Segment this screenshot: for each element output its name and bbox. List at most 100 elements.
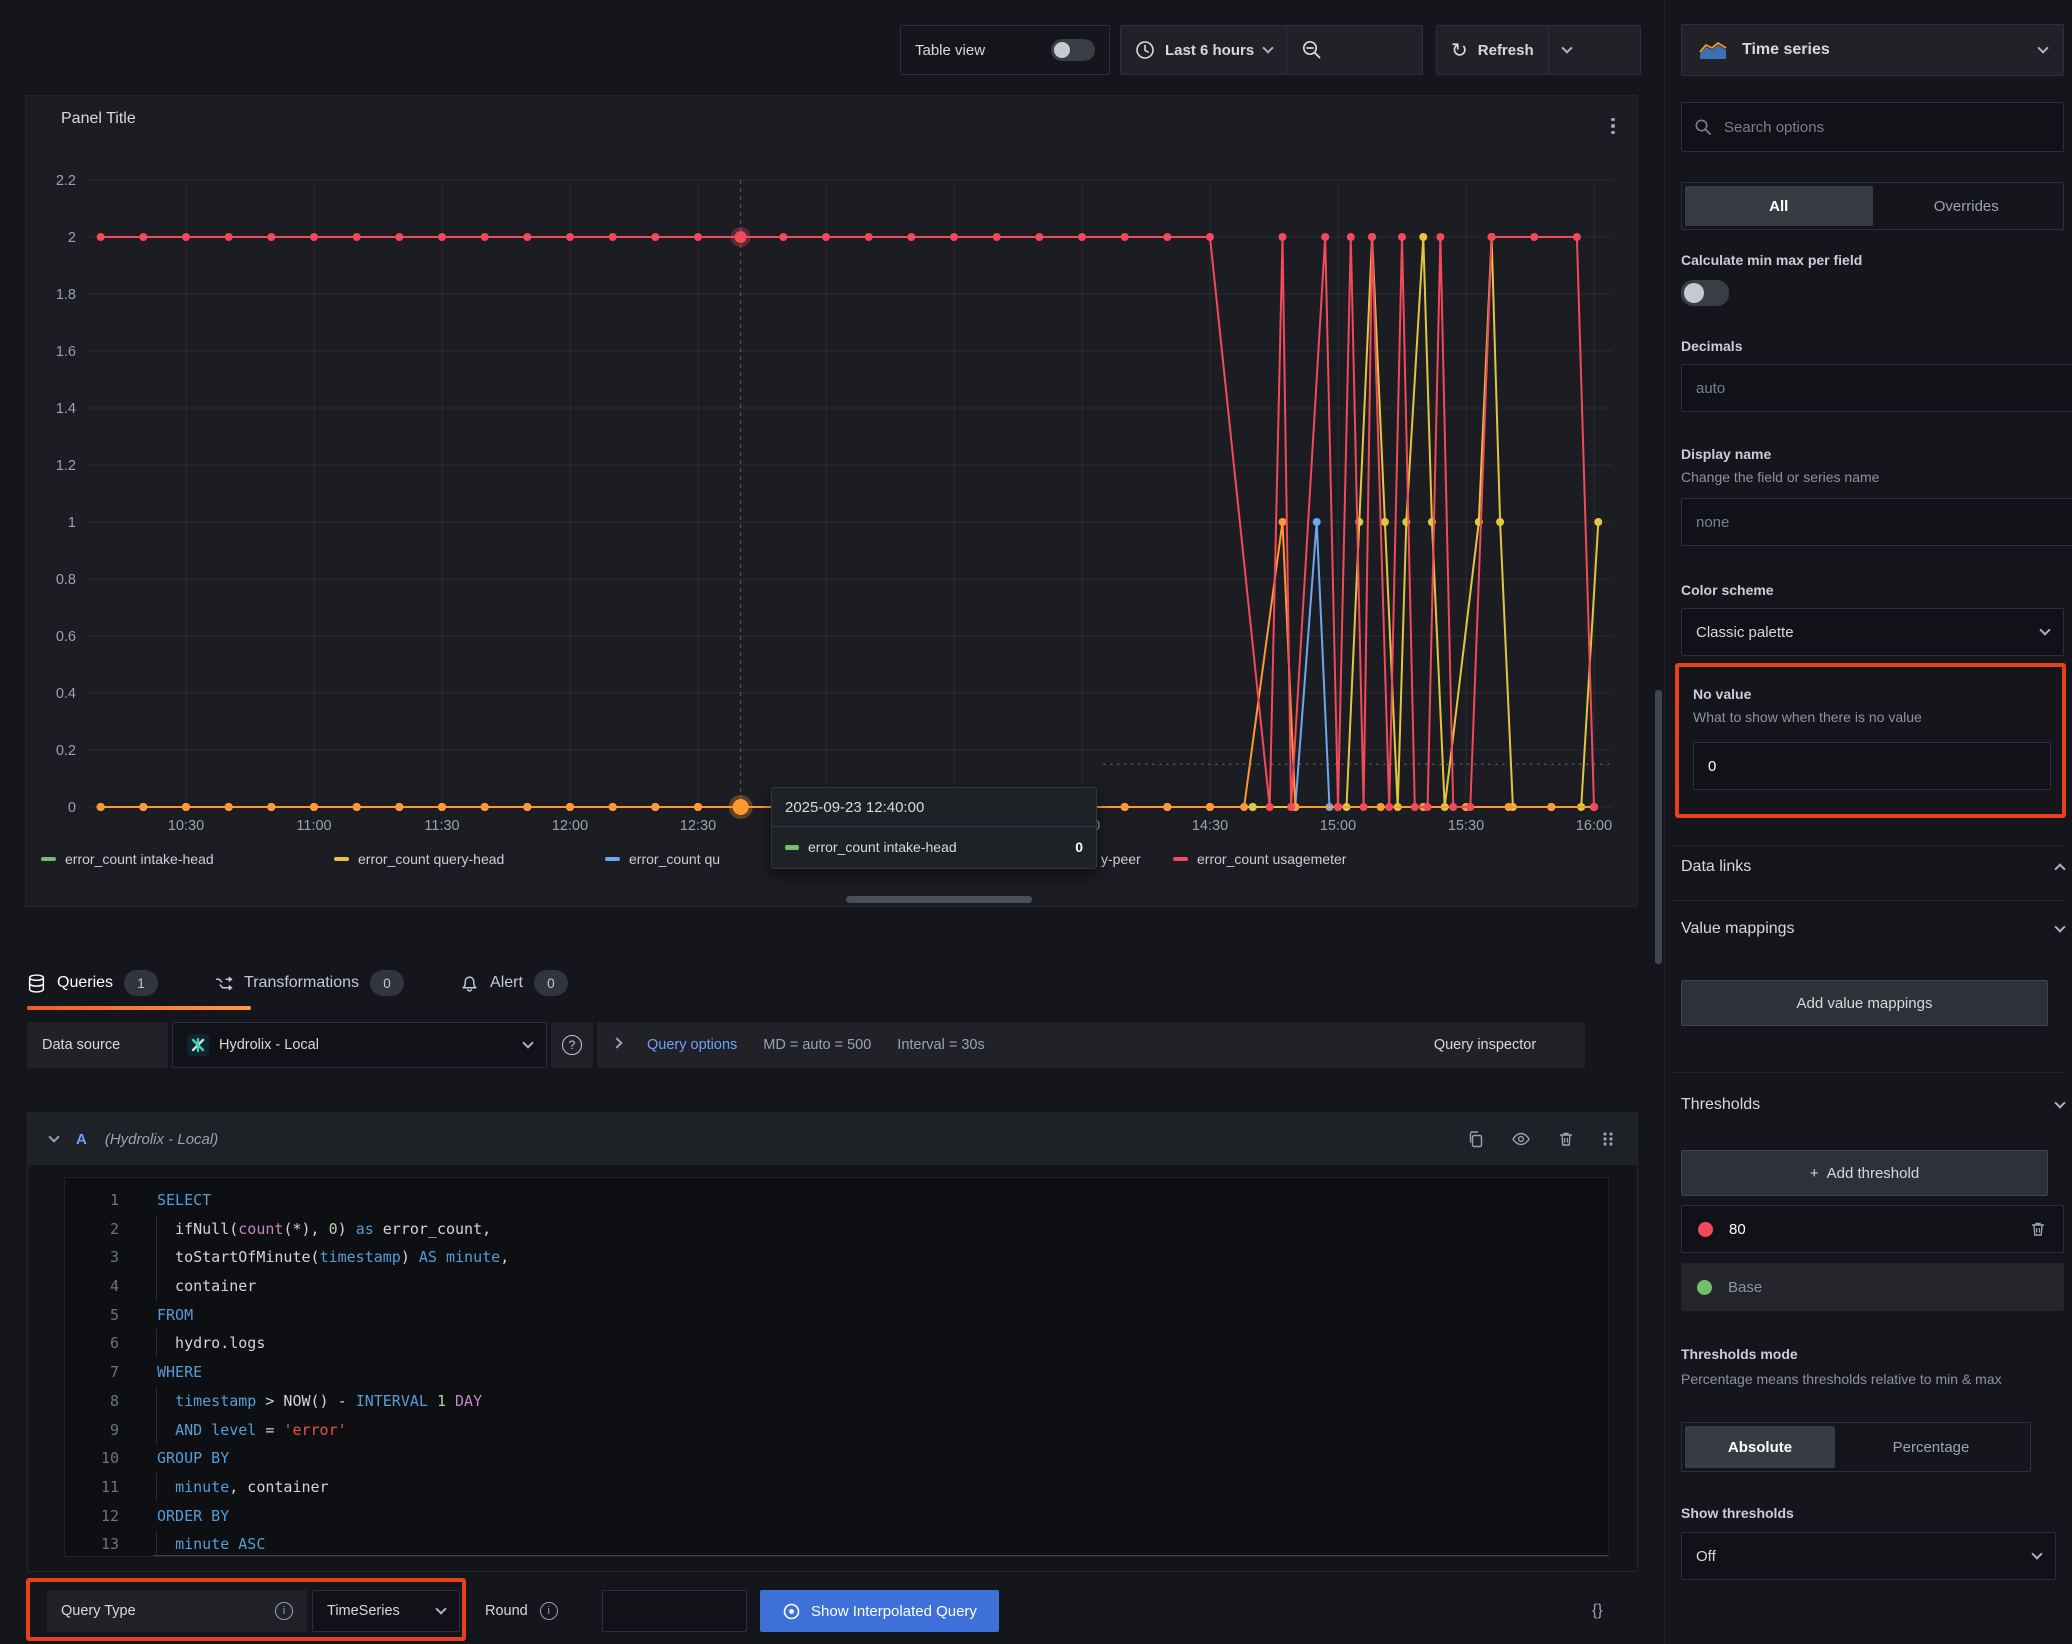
code-braces-button[interactable]: {}	[1592, 1590, 1603, 1632]
show-thresholds-select[interactable]: Off	[1681, 1532, 2056, 1580]
time-range-button[interactable]: Last 6 hours	[1121, 26, 1286, 74]
search-options-input[interactable]	[1722, 118, 2051, 137]
data-links-section[interactable]: Data links	[1681, 858, 2064, 876]
hydrolix-logo-icon	[187, 1034, 209, 1056]
round-label-group: Round i	[485, 1590, 558, 1632]
add-value-mappings-button[interactable]: Add value mappings	[1681, 980, 2048, 1026]
query-options-link[interactable]: Query options	[647, 1037, 737, 1053]
line-number: 9	[65, 1416, 145, 1445]
query-options-bar[interactable]: Query options MD = auto = 500 Interval =…	[597, 1022, 1409, 1068]
line-number: 4	[65, 1272, 145, 1301]
chart-tooltip: 2025-09-23 12:40:00 error_count intake-h…	[771, 787, 1097, 869]
query-row-header[interactable]: A (Hydrolix - Local)	[28, 1113, 1637, 1165]
zoom-out-button[interactable]	[1287, 26, 1337, 74]
duplicate-query-button[interactable]	[1467, 1130, 1485, 1148]
legend-item-usagemeter[interactable]: error_count usagemeter	[1173, 848, 1346, 870]
delete-threshold-button[interactable]	[2029, 1220, 2047, 1238]
color-scheme-value: Classic palette	[1696, 624, 1794, 641]
threshold-row-80[interactable]: 80	[1681, 1205, 2064, 1253]
collapse-chevron-icon[interactable]	[48, 1131, 59, 1142]
eye-icon	[1511, 1130, 1531, 1148]
hide-query-button[interactable]	[1511, 1130, 1531, 1148]
line-number: 5	[65, 1301, 145, 1330]
show-interpolated-query-button[interactable]: Show Interpolated Query	[760, 1590, 999, 1632]
threshold-color-dot-green[interactable]	[1697, 1280, 1712, 1295]
divider	[1673, 1072, 2065, 1073]
search-options-box	[1681, 102, 2064, 152]
round-input[interactable]	[602, 1590, 747, 1632]
datasource-help-button[interactable]: ?	[551, 1022, 593, 1068]
sql-code: 1SELECT2 ifNull(count(*), 0) as error_co…	[65, 1178, 1608, 1557]
tab-queries[interactable]: Queries 1	[27, 960, 158, 1006]
search-icon	[1694, 118, 1712, 136]
query-type-select[interactable]: TimeSeries	[312, 1590, 460, 1632]
threshold-base-label: Base	[1728, 1279, 1762, 1296]
legend-item-query-head[interactable]: error_count query-head	[334, 848, 504, 870]
datasource-picker[interactable]: Hydrolix - Local	[172, 1022, 547, 1068]
display-name-input[interactable]	[1681, 498, 2072, 546]
interval-text: Interval = 30s	[897, 1037, 984, 1053]
sql-line: 5FROM	[65, 1301, 1608, 1330]
color-scheme-select[interactable]: Classic palette	[1681, 608, 2064, 656]
timeseries-chart[interactable]: 2.221.81.61.41.210.80.60.40.2010:3011:00…	[26, 141, 1639, 841]
tab-all[interactable]: All	[1685, 186, 1873, 226]
legend-item-truncated-peer[interactable]: y-peer	[1101, 848, 1141, 870]
query-type-value: TimeSeries	[327, 1603, 400, 1619]
display-name-label: Display name Change the field or series …	[1681, 446, 2064, 485]
calc-minmax-toggle[interactable]	[1681, 280, 1729, 306]
thresholds-section[interactable]: Thresholds	[1681, 1096, 2064, 1114]
query-inspector-button[interactable]: Query inspector	[1385, 1022, 1585, 1068]
table-view-label: Table view	[915, 42, 985, 59]
info-icon: i	[540, 1602, 558, 1620]
svg-text:11:00: 11:00	[296, 818, 331, 834]
tab-overrides[interactable]: Overrides	[1873, 186, 2061, 226]
legend-item-intake-head[interactable]: error_count intake-head	[41, 848, 214, 870]
tooltip-divider	[772, 826, 1096, 827]
value-mappings-section[interactable]: Value mappings	[1681, 920, 2064, 938]
options-tabs: All Overrides	[1681, 182, 2064, 230]
tab-alert[interactable]: Alert 0	[460, 960, 568, 1006]
svg-text:1.8: 1.8	[56, 287, 76, 303]
svg-text:1.6: 1.6	[56, 344, 76, 360]
clock-icon	[1135, 40, 1155, 60]
line-number: 2	[65, 1215, 145, 1244]
legend-item-truncated-blue[interactable]: error_count qu	[605, 848, 720, 870]
refresh-interval-dropdown[interactable]	[1549, 26, 1585, 74]
line-number: 10	[65, 1444, 145, 1473]
tab-transformations[interactable]: Transformations 0	[214, 960, 404, 1006]
drag-handle[interactable]	[1601, 1130, 1615, 1148]
delete-query-button[interactable]	[1557, 1130, 1575, 1148]
add-threshold-button[interactable]: + Add threshold	[1681, 1150, 2048, 1196]
sql-line: 6 hydro.logs	[65, 1329, 1608, 1358]
legend-scrollbar[interactable]	[846, 896, 1032, 903]
datasource-row: Data source Hydrolix - Local ? Query opt…	[27, 1022, 1638, 1068]
main-scrollbar[interactable]	[1655, 690, 1662, 964]
line-number: 3	[65, 1243, 145, 1272]
calc-minmax-field	[1681, 280, 2064, 311]
mode-percentage[interactable]: Percentage	[1835, 1426, 2027, 1468]
sql-line: 1SELECT	[65, 1186, 1608, 1215]
query-type-label-chip: Query Type i	[47, 1590, 307, 1632]
visualization-picker[interactable]: Time series	[1681, 24, 2064, 76]
sql-line: 2 ifNull(count(*), 0) as error_count,	[65, 1215, 1608, 1244]
sql-line: 11 minute, container	[65, 1473, 1608, 1502]
decimals-input[interactable]	[1681, 364, 2072, 412]
mode-absolute[interactable]: Absolute	[1685, 1426, 1835, 1468]
toggle-knob	[1684, 283, 1704, 303]
threshold-color-dot-red[interactable]	[1698, 1222, 1713, 1237]
legend-swatch-red	[1173, 857, 1188, 861]
svg-text:16:00: 16:00	[1576, 818, 1612, 834]
no-value-highlight-box	[1675, 663, 2066, 818]
svg-text:15:30: 15:30	[1448, 818, 1484, 834]
line-number: 1	[65, 1186, 145, 1215]
sql-editor[interactable]: 1SELECT2 ifNull(count(*), 0) as error_co…	[64, 1177, 1609, 1557]
table-view-toggle[interactable]	[1051, 39, 1095, 61]
datasource-value: Hydrolix - Local	[219, 1037, 514, 1053]
refresh-button[interactable]: ↻ Refresh	[1437, 26, 1548, 74]
refresh-icon: ↻	[1451, 40, 1468, 60]
tab-label: Queries	[57, 974, 113, 992]
threshold-row-base: Base	[1681, 1263, 2064, 1311]
threshold-value[interactable]: 80	[1729, 1221, 1746, 1238]
value-mappings-title: Value mappings	[1681, 920, 1795, 938]
panel-menu-button[interactable]	[1603, 114, 1623, 138]
